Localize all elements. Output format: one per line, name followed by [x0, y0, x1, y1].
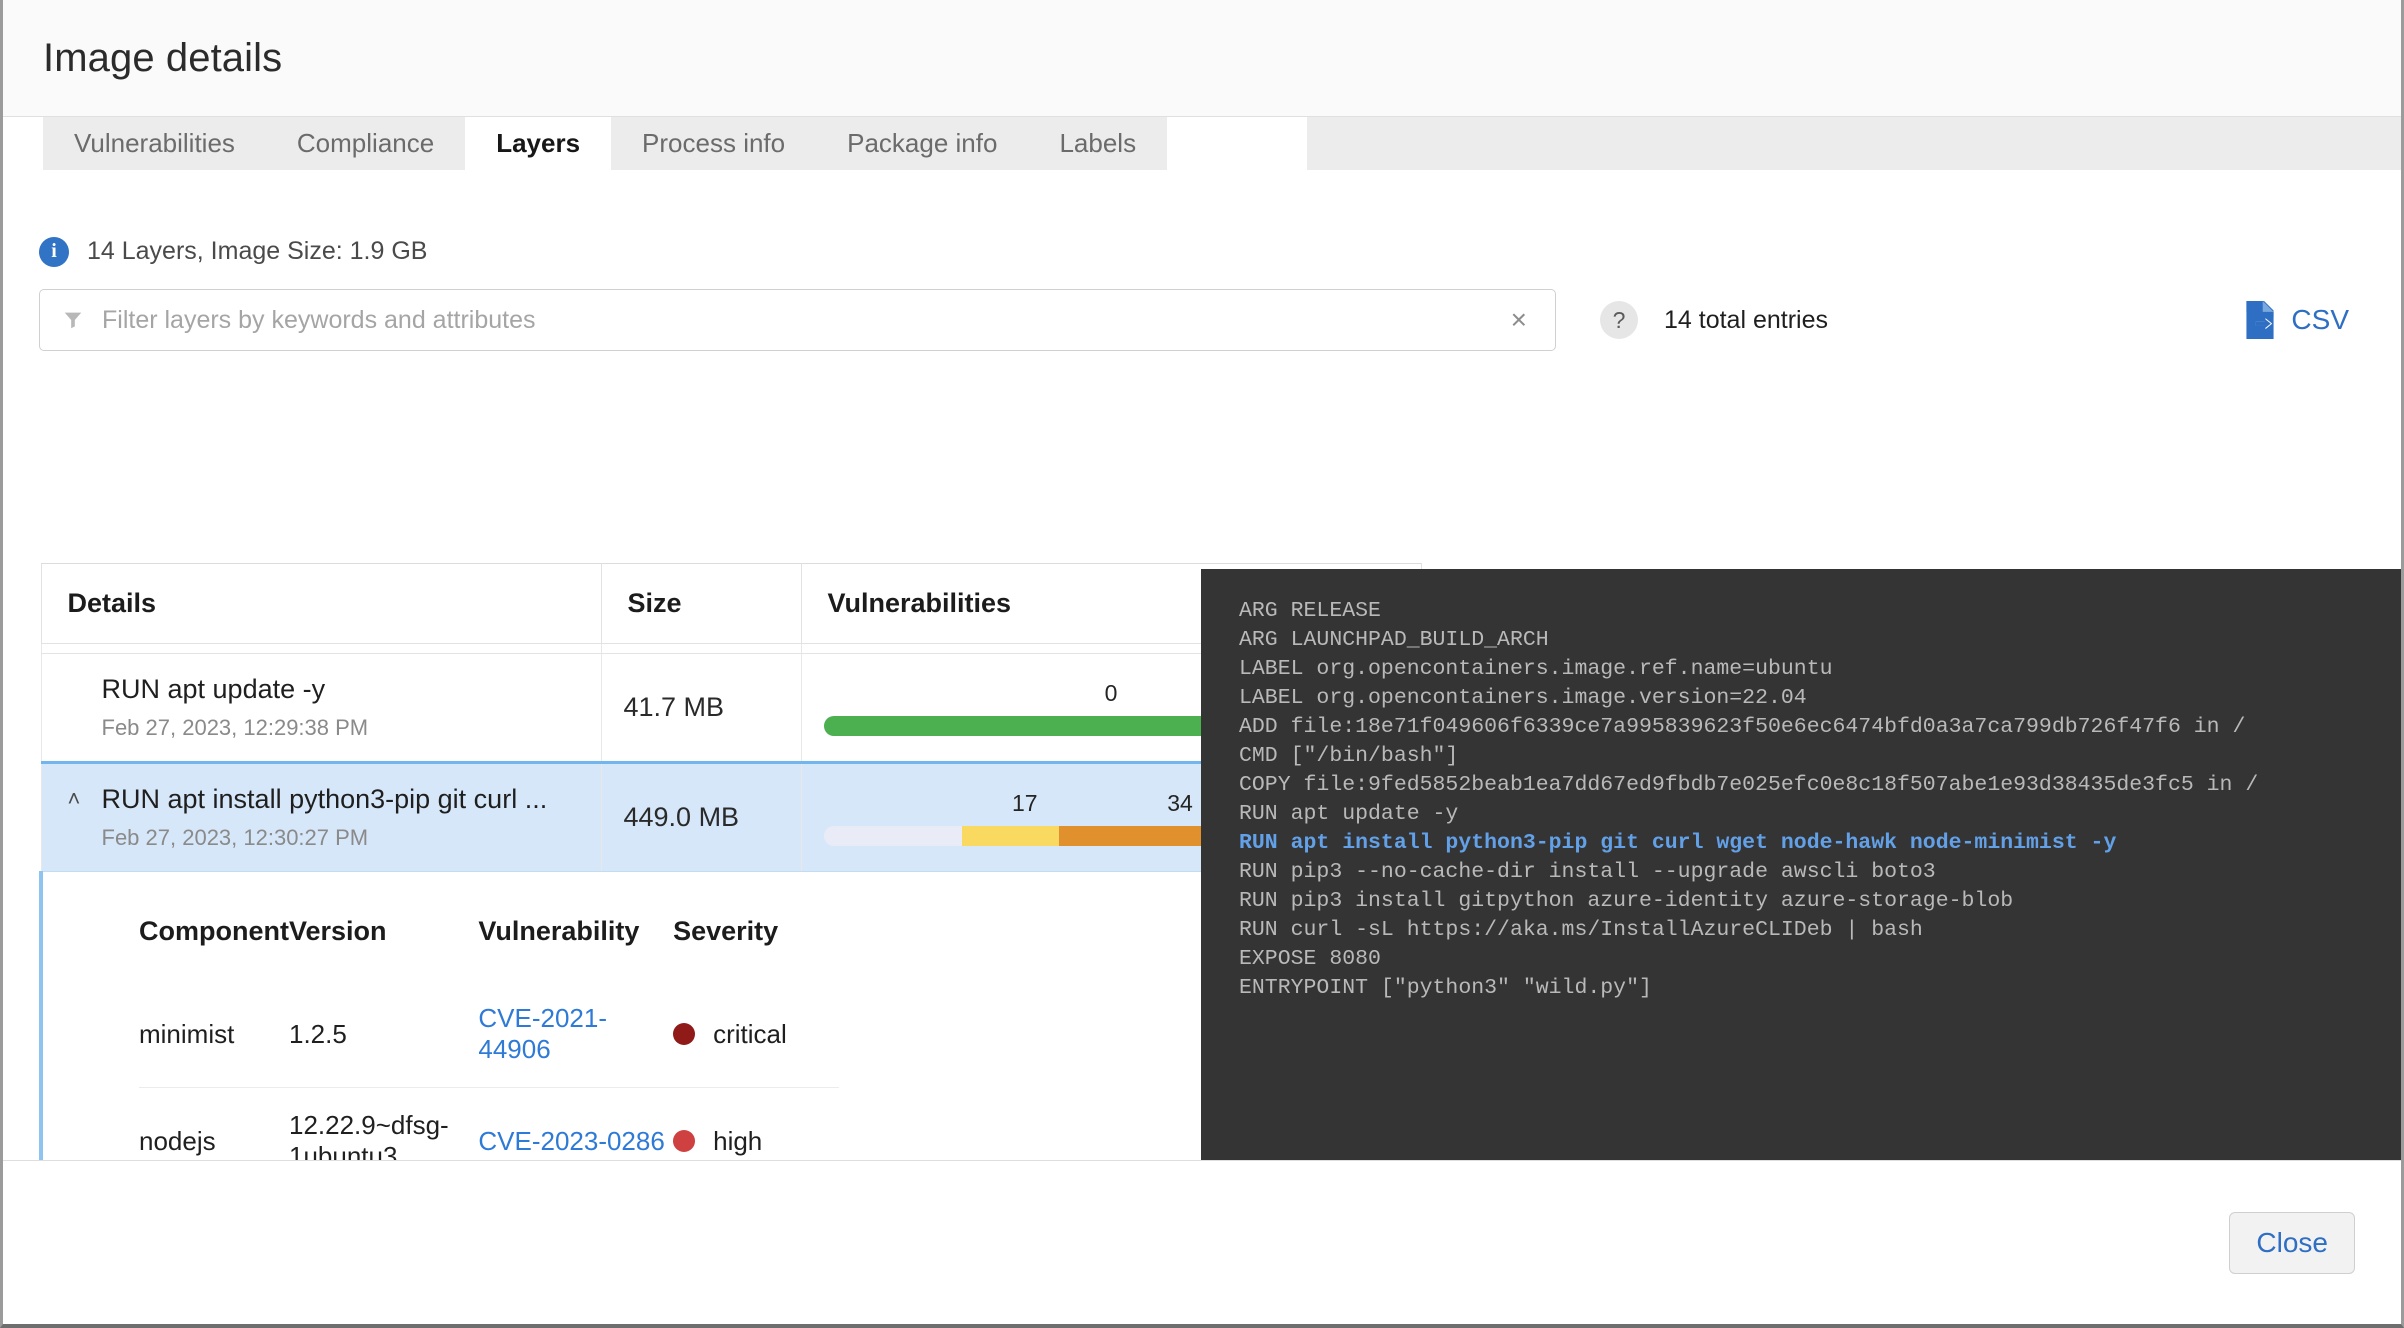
chevron-up-icon[interactable]: ˄	[68, 788, 86, 810]
layer-command: RUN apt update -y	[101, 674, 326, 704]
layer-size-cell: 41.7 MB	[600, 653, 802, 763]
column-header-severity: Severity	[673, 916, 779, 946]
severity-bar-segment	[823, 825, 962, 846]
vulnerability-count-label: 0	[1104, 679, 1118, 706]
layer-details-cell: ˄ RUN apt install python3-pip git curl ..…	[40, 761, 602, 872]
dockerfile-code-panel: ARG RELEASE ARG LAUNCHPAD_BUILD_ARCH LABEL…	[1201, 569, 2401, 1160]
tab-strip-filler	[1307, 117, 2401, 170]
layer-timestamp: Feb 27, 2023, 12:29:38 PM	[101, 715, 369, 740]
dialog-body: i 14 Layers, Image Size: 1.9 GB × ? 14 t…	[3, 170, 2401, 1160]
tab-bar: Vulnerabilities Compliance Layers Process i…	[3, 117, 2401, 170]
dockerfile-line: RUN apt update -y	[1239, 802, 1459, 826]
tab-vulnerabilities[interactable]: Vulnerabilities	[43, 117, 266, 170]
dockerfile-line: ARG RELEASE	[1239, 599, 1381, 623]
cve-link[interactable]: CVE-2023-0286	[478, 1126, 664, 1156]
dockerfile-line: RUN curl -sL https://aka.ms/InstallAzure…	[1239, 918, 1923, 942]
cve-table-header-row: Component Version Vulnerability Severity	[139, 916, 839, 981]
clear-filter-icon[interactable]: ×	[1505, 306, 1533, 334]
severity-bar-segment	[961, 825, 1060, 846]
layer-size-cell: 449.0 MB	[600, 761, 802, 872]
tab-package-info[interactable]: Package info	[816, 117, 1029, 170]
tab-process-info[interactable]: Process info	[611, 117, 817, 170]
image-details-dialog: Image details Vulnerabilities Compliance L…	[0, 0, 2404, 1328]
column-header-component: Component	[139, 916, 289, 946]
dockerfile-line: RUN pip3 --no-cache-dir install --upgrad…	[1239, 860, 1936, 884]
dockerfile-line: ENTRYPOINT ["python3" "wild.py"]	[1239, 976, 1652, 1000]
dockerfile-line: RUN pip3 install gitpython azure-identit…	[1239, 889, 2014, 913]
csv-file-icon	[2246, 301, 2274, 339]
page-title: Image details	[43, 35, 283, 80]
layer-details-cell: RUN apt update -y Feb 27, 2023, 12:29:38 …	[40, 653, 602, 763]
image-summary: i 14 Layers, Image Size: 1.9 GB	[3, 170, 2401, 276]
cve-version: 12.22.9~dfsg-1ubuntu3	[288, 1087, 479, 1160]
dockerfile-line: LABEL org.opencontainers.image.version=2…	[1239, 686, 1807, 710]
filter-input[interactable]	[100, 304, 1505, 336]
help-icon[interactable]: ?	[1600, 301, 1638, 339]
cve-table-row: minimist 1.2.5 CVE-2021-44906 critical	[139, 981, 839, 1088]
cve-table: Component Version Vulnerability Severity min…	[139, 916, 839, 1160]
column-header-vulnerability: Vulnerability	[478, 916, 640, 946]
cve-link[interactable]: CVE-2021-44906	[478, 1003, 607, 1064]
filter-funnel-icon	[64, 312, 82, 329]
total-entries-label: 14 total entries	[1664, 305, 1828, 334]
filter-box[interactable]: ×	[39, 289, 1556, 351]
vulnerability-count-label: 34	[1167, 789, 1193, 816]
column-header-version: Version	[288, 916, 387, 946]
layer-timestamp: Feb 27, 2023, 12:30:27 PM	[101, 825, 369, 850]
image-summary-text: 14 Layers, Image Size: 1.9 GB	[87, 237, 428, 265]
column-header-details[interactable]: Details	[40, 563, 602, 644]
dockerfile-line: LABEL org.opencontainers.image.ref.name=…	[1239, 657, 1833, 681]
dockerfile-line: ARG LAUNCHPAD_BUILD_ARCH	[1239, 628, 1549, 652]
tab-labels[interactable]: Labels	[1028, 117, 1168, 170]
close-button[interactable]: Close	[2229, 1211, 2355, 1274]
cve-component: minimist	[139, 981, 289, 1088]
cve-version: 1.2.5	[288, 981, 479, 1088]
dockerfile-line: EXPOSE 8080	[1239, 947, 1381, 971]
cve-vulnerability-cell: CVE-2021-44906	[478, 981, 674, 1088]
dialog-footer: Close	[3, 1160, 2401, 1324]
severity-label: critical	[713, 1018, 787, 1049]
info-icon: i	[39, 236, 69, 267]
tab-compliance[interactable]: Compliance	[265, 117, 466, 170]
dockerfile-line: CMD ["/bin/bash"]	[1239, 744, 1459, 768]
dockerfile-line-selected: RUN apt install python3-pip git curl wge…	[1239, 831, 2117, 855]
cve-table-row: nodejs 12.22.9~dfsg-1ubuntu3 CVE-2023-0286…	[139, 1087, 839, 1160]
column-header-size[interactable]: Size	[600, 563, 802, 644]
vulnerability-count-label: 17	[1011, 789, 1038, 816]
severity-label: high	[713, 1125, 763, 1156]
tab-layers[interactable]: Layers	[465, 117, 612, 170]
dockerfile-line: COPY file:9fed5852beab1ea7dd67ed9fbdb7e0…	[1239, 773, 2259, 797]
tab-strip-end	[1167, 117, 1308, 170]
severity-dot-icon	[673, 1130, 696, 1152]
csv-label: CSV	[2291, 304, 2349, 335]
dialog-header: Image details	[3, 0, 2401, 117]
cve-severity-cell: high	[673, 1087, 839, 1160]
cve-severity-cell: critical	[673, 981, 839, 1088]
filter-toolbar: × ? 14 total entries CSV	[3, 284, 2401, 356]
dockerfile-line: ADD file:18e71f049606f6339ce7a995839623f…	[1239, 715, 2246, 739]
cve-vulnerability-cell: CVE-2023-0286	[478, 1087, 674, 1160]
layer-command: RUN apt install python3-pip git curl ...	[101, 784, 548, 814]
csv-export-button[interactable]: CSV	[2243, 301, 2363, 339]
severity-dot-icon	[673, 1023, 696, 1045]
cve-component: nodejs	[139, 1087, 289, 1160]
